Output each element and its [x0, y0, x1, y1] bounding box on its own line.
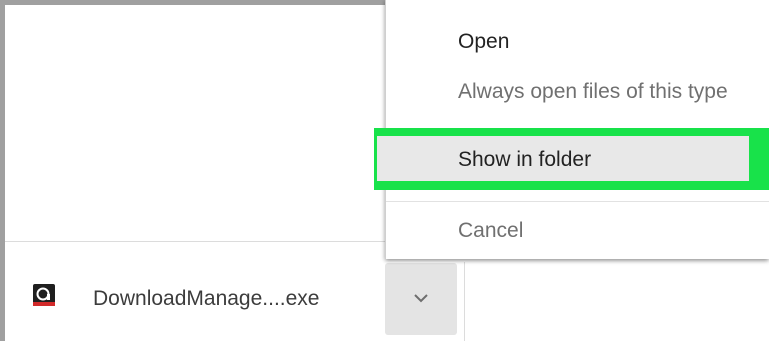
download-options-button[interactable] [385, 263, 457, 335]
download-manager-app-icon [33, 284, 55, 306]
menu-item-open[interactable]: Open [386, 30, 769, 60]
menu-item-always-open-label: Always open files of this type [458, 80, 728, 103]
chevron-down-icon [413, 290, 429, 308]
menu-item-open-label: Open [458, 30, 510, 53]
menu-item-show-in-folder-label: Show in folder [458, 148, 592, 171]
download-context-menu: Open Always open files of this type Show… [374, 0, 769, 259]
menu-item-show-in-folder[interactable]: Show in folder [374, 128, 769, 190]
menu-item-always-open[interactable]: Always open files of this type [386, 80, 769, 110]
download-file-name: DownloadManage....exe [93, 287, 320, 310]
menu-divider [386, 201, 769, 202]
menu-item-cancel-label: Cancel [458, 219, 524, 242]
menu-item-cancel[interactable]: Cancel [386, 219, 769, 249]
shelf-divider [464, 262, 465, 341]
